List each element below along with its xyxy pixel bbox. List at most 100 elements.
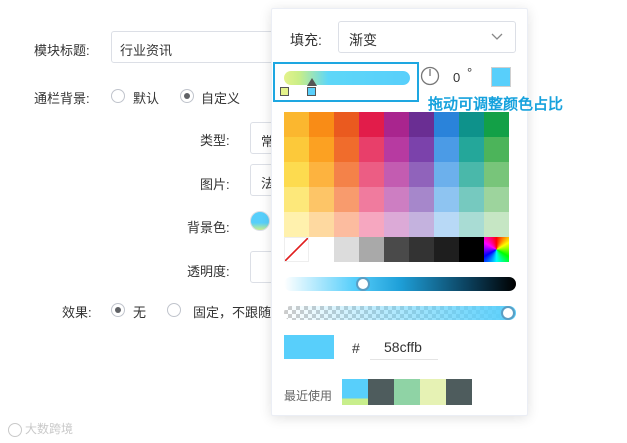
bgcolor-label: 背景色: bbox=[187, 220, 230, 235]
color-swatch[interactable] bbox=[334, 162, 359, 187]
color-swatch[interactable] bbox=[284, 137, 309, 162]
color-swatch[interactable] bbox=[309, 187, 334, 212]
color-swatch[interactable] bbox=[409, 162, 434, 187]
module-title-label: 模块标题: bbox=[34, 43, 90, 58]
module-title-input[interactable]: 行业资讯 bbox=[111, 31, 281, 63]
color-swatch[interactable] bbox=[409, 112, 434, 137]
color-swatch[interactable] bbox=[434, 237, 459, 262]
hue-slider-handle[interactable] bbox=[356, 277, 370, 291]
recent-color-swatch[interactable] bbox=[342, 379, 368, 405]
color-swatch[interactable] bbox=[359, 187, 384, 212]
color-swatch[interactable] bbox=[384, 162, 409, 187]
hex-input[interactable]: 58cffb bbox=[370, 332, 438, 360]
drag-hint-annotation: 拖动可调整颜色占比 bbox=[428, 96, 564, 113]
opacity-label: 透明度: bbox=[187, 264, 230, 279]
color-swatch[interactable] bbox=[284, 112, 309, 137]
recent-color-swatch[interactable] bbox=[420, 379, 446, 405]
angle-unit: ° bbox=[467, 65, 473, 80]
angle-value: 0 bbox=[453, 70, 461, 85]
custom-spectrum-swatch[interactable] bbox=[484, 237, 509, 262]
color-swatch[interactable] bbox=[484, 162, 509, 187]
watermark: 大数跨境 bbox=[8, 420, 73, 437]
color-swatch[interactable] bbox=[359, 112, 384, 137]
color-swatch[interactable] bbox=[459, 137, 484, 162]
color-swatch[interactable] bbox=[334, 112, 359, 137]
recent-color-swatch[interactable] bbox=[394, 379, 420, 405]
color-swatch[interactable] bbox=[284, 212, 309, 237]
color-swatch[interactable] bbox=[309, 137, 334, 162]
current-color-preview bbox=[284, 335, 334, 359]
color-swatch[interactable] bbox=[459, 212, 484, 237]
recent-colors-label: 最近使用 bbox=[284, 389, 333, 403]
color-swatch[interactable] bbox=[334, 187, 359, 212]
selected-stop-color[interactable] bbox=[491, 67, 511, 87]
color-swatch[interactable] bbox=[409, 137, 434, 162]
color-swatch[interactable] bbox=[334, 237, 359, 262]
bgcolor-trigger[interactable] bbox=[250, 211, 270, 231]
bar-bg-default-radio[interactable] bbox=[111, 89, 125, 103]
recent-color-swatch[interactable] bbox=[368, 379, 394, 405]
color-swatch[interactable] bbox=[409, 187, 434, 212]
effect-none-radio[interactable] bbox=[111, 303, 125, 317]
gradient-stop-end[interactable] bbox=[307, 87, 316, 96]
color-swatch[interactable] bbox=[284, 162, 309, 187]
color-swatch[interactable] bbox=[309, 112, 334, 137]
effect-label: 效果: bbox=[62, 305, 92, 320]
gradient-stop-start[interactable] bbox=[280, 87, 289, 96]
hex-value: 58cffb bbox=[384, 339, 422, 355]
color-swatch[interactable] bbox=[484, 112, 509, 137]
color-swatch[interactable] bbox=[384, 187, 409, 212]
bar-bg-custom-radio[interactable] bbox=[180, 89, 194, 103]
color-swatch[interactable] bbox=[359, 162, 384, 187]
fill-label: 填充: bbox=[290, 32, 322, 48]
effect-fixed-label: 固定，不跟随 bbox=[193, 305, 272, 320]
angle-dial-icon[interactable] bbox=[420, 66, 440, 86]
color-swatch[interactable] bbox=[484, 212, 509, 237]
color-swatch[interactable] bbox=[309, 162, 334, 187]
effect-fixed-radio[interactable] bbox=[167, 303, 181, 317]
color-swatch[interactable] bbox=[434, 162, 459, 187]
color-swatch[interactable] bbox=[384, 212, 409, 237]
color-swatch[interactable] bbox=[359, 137, 384, 162]
image-label: 图片: bbox=[200, 177, 230, 192]
color-swatch[interactable] bbox=[459, 187, 484, 212]
color-swatch[interactable] bbox=[409, 212, 434, 237]
color-swatch[interactable] bbox=[309, 212, 334, 237]
color-swatch[interactable] bbox=[334, 212, 359, 237]
color-swatch[interactable] bbox=[359, 237, 384, 262]
fill-select-value: 渐变 bbox=[349, 32, 377, 48]
color-swatch[interactable] bbox=[434, 137, 459, 162]
color-swatch[interactable] bbox=[459, 237, 484, 262]
alpha-slider[interactable] bbox=[284, 306, 516, 320]
fill-select[interactable]: 渐变 bbox=[338, 21, 516, 53]
color-swatch[interactable] bbox=[384, 137, 409, 162]
gradient-bar[interactable] bbox=[284, 71, 410, 85]
color-swatch[interactable] bbox=[434, 112, 459, 137]
color-swatch[interactable] bbox=[459, 162, 484, 187]
alpha-slider-handle[interactable] bbox=[501, 306, 515, 320]
bar-bg-custom-label: 自定义 bbox=[201, 91, 241, 106]
bar-bg-default-label: 默认 bbox=[133, 91, 160, 106]
color-swatch[interactable] bbox=[309, 237, 334, 262]
color-swatch[interactable] bbox=[434, 187, 459, 212]
color-swatch[interactable] bbox=[484, 137, 509, 162]
color-swatch[interactable] bbox=[384, 112, 409, 137]
color-swatch[interactable] bbox=[484, 187, 509, 212]
type-label: 类型: bbox=[200, 133, 230, 148]
color-swatch[interactable] bbox=[459, 112, 484, 137]
color-swatch[interactable] bbox=[284, 187, 309, 212]
hue-slider[interactable] bbox=[284, 277, 516, 291]
color-swatch[interactable] bbox=[384, 237, 409, 262]
no-color-swatch[interactable] bbox=[284, 237, 309, 262]
color-swatch[interactable] bbox=[359, 212, 384, 237]
color-swatch[interactable] bbox=[434, 212, 459, 237]
chevron-down-icon bbox=[491, 33, 503, 40]
recent-colors-row bbox=[342, 379, 472, 405]
recent-color-swatch[interactable] bbox=[446, 379, 472, 405]
effect-none-label: 无 bbox=[133, 305, 147, 320]
hex-prefix: # bbox=[352, 340, 360, 356]
color-swatch[interactable] bbox=[409, 237, 434, 262]
color-swatch[interactable] bbox=[334, 137, 359, 162]
watermark-text: 大数跨境 bbox=[25, 422, 74, 436]
module-title-value: 行业资讯 bbox=[120, 43, 173, 58]
